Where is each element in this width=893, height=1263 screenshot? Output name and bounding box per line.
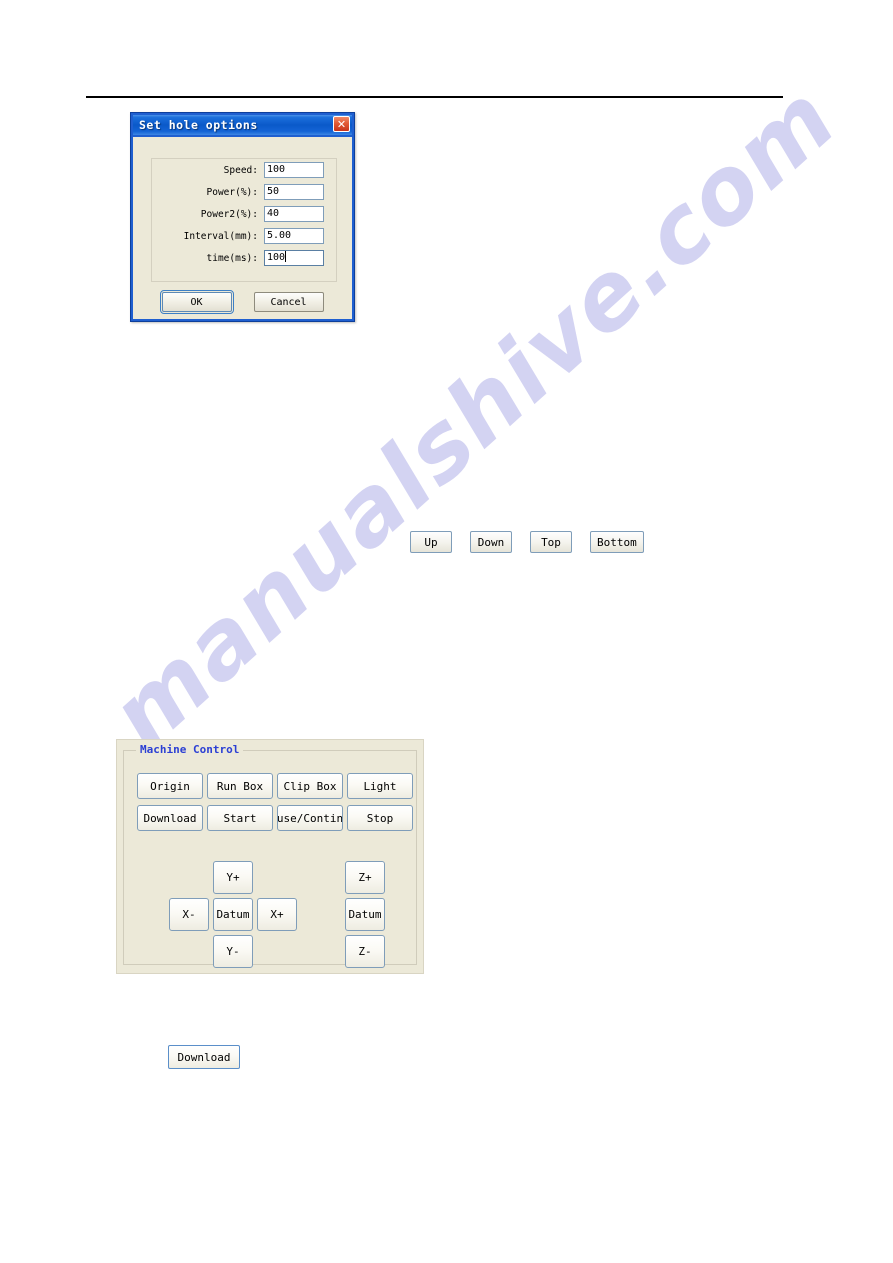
cancel-button[interactable]: Cancel xyxy=(253,292,324,312)
start-button[interactable]: Start xyxy=(207,805,273,831)
jog-datum-z-button[interactable]: Datum xyxy=(345,898,385,931)
input-power2[interactable]: 40 xyxy=(264,206,324,222)
hole-options-group: Speed: 100 Power(%): 50 Power2(%): 40 In… xyxy=(151,158,337,282)
pause-continue-button[interactable]: use/Contin xyxy=(277,805,343,831)
close-icon[interactable]: ✕ xyxy=(333,116,350,132)
label-interval: Interval(mm): xyxy=(183,230,258,242)
jog-datum-xy-button[interactable]: Datum xyxy=(213,898,253,931)
jog-z-minus-button[interactable]: Z- xyxy=(345,935,385,968)
dialog-title: Set hole options xyxy=(139,118,258,132)
run-box-button[interactable]: Run Box xyxy=(207,773,273,799)
input-interval[interactable]: 5.00 xyxy=(264,228,324,244)
jog-x-minus-button[interactable]: X- xyxy=(169,898,209,931)
input-speed[interactable]: 100 xyxy=(264,162,324,178)
dialog-button-row: OK Cancel xyxy=(134,290,351,314)
ok-button[interactable]: OK xyxy=(159,290,234,314)
down-button[interactable]: Down xyxy=(470,531,512,553)
label-power: Power(%): xyxy=(206,186,258,198)
machine-control-groupbox: Machine Control Origin Run Box Clip Box … xyxy=(123,743,417,968)
light-button[interactable]: Light xyxy=(347,773,413,799)
layer-order-button-row: Up Down Top Bottom xyxy=(410,531,644,553)
machine-control-legend: Machine Control xyxy=(136,743,244,756)
origin-button[interactable]: Origin xyxy=(137,773,203,799)
jog-z-plus-button[interactable]: Z+ xyxy=(345,861,385,894)
jog-x-plus-button[interactable]: X+ xyxy=(257,898,297,931)
field-row-time: time(ms): 100 xyxy=(152,247,336,269)
field-row-power2: Power2(%): 40 xyxy=(152,203,336,225)
standalone-download-button[interactable]: Download xyxy=(168,1045,240,1069)
jog-y-plus-button[interactable]: Y+ xyxy=(213,861,253,894)
field-row-interval: Interval(mm): 5.00 xyxy=(152,225,336,247)
dialog-titlebar: Set hole options ✕ xyxy=(133,115,352,135)
clip-box-button[interactable]: Clip Box xyxy=(277,773,343,799)
field-row-speed: Speed: 100 xyxy=(152,159,336,181)
page-header-rule xyxy=(86,96,783,98)
bottom-button[interactable]: Bottom xyxy=(590,531,644,553)
set-hole-options-dialog: Set hole options ✕ Speed: 100 Power(%): … xyxy=(130,112,355,322)
label-power2: Power2(%): xyxy=(200,208,258,220)
up-button[interactable]: Up xyxy=(410,531,452,553)
input-time[interactable]: 100 xyxy=(264,250,324,266)
machine-control-panel: Machine Control Origin Run Box Clip Box … xyxy=(116,739,424,974)
download-button[interactable]: Download xyxy=(137,805,203,831)
input-power[interactable]: 50 xyxy=(264,184,324,200)
stop-button[interactable]: Stop xyxy=(347,805,413,831)
input-time-value: 100 xyxy=(267,252,286,263)
field-row-power: Power(%): 50 xyxy=(152,181,336,203)
label-time: time(ms): xyxy=(206,252,258,264)
dialog-body: Speed: 100 Power(%): 50 Power2(%): 40 In… xyxy=(133,137,352,319)
text-caret xyxy=(285,251,287,262)
top-button[interactable]: Top xyxy=(530,531,572,553)
label-speed: Speed: xyxy=(223,164,258,176)
jog-y-minus-button[interactable]: Y- xyxy=(213,935,253,968)
